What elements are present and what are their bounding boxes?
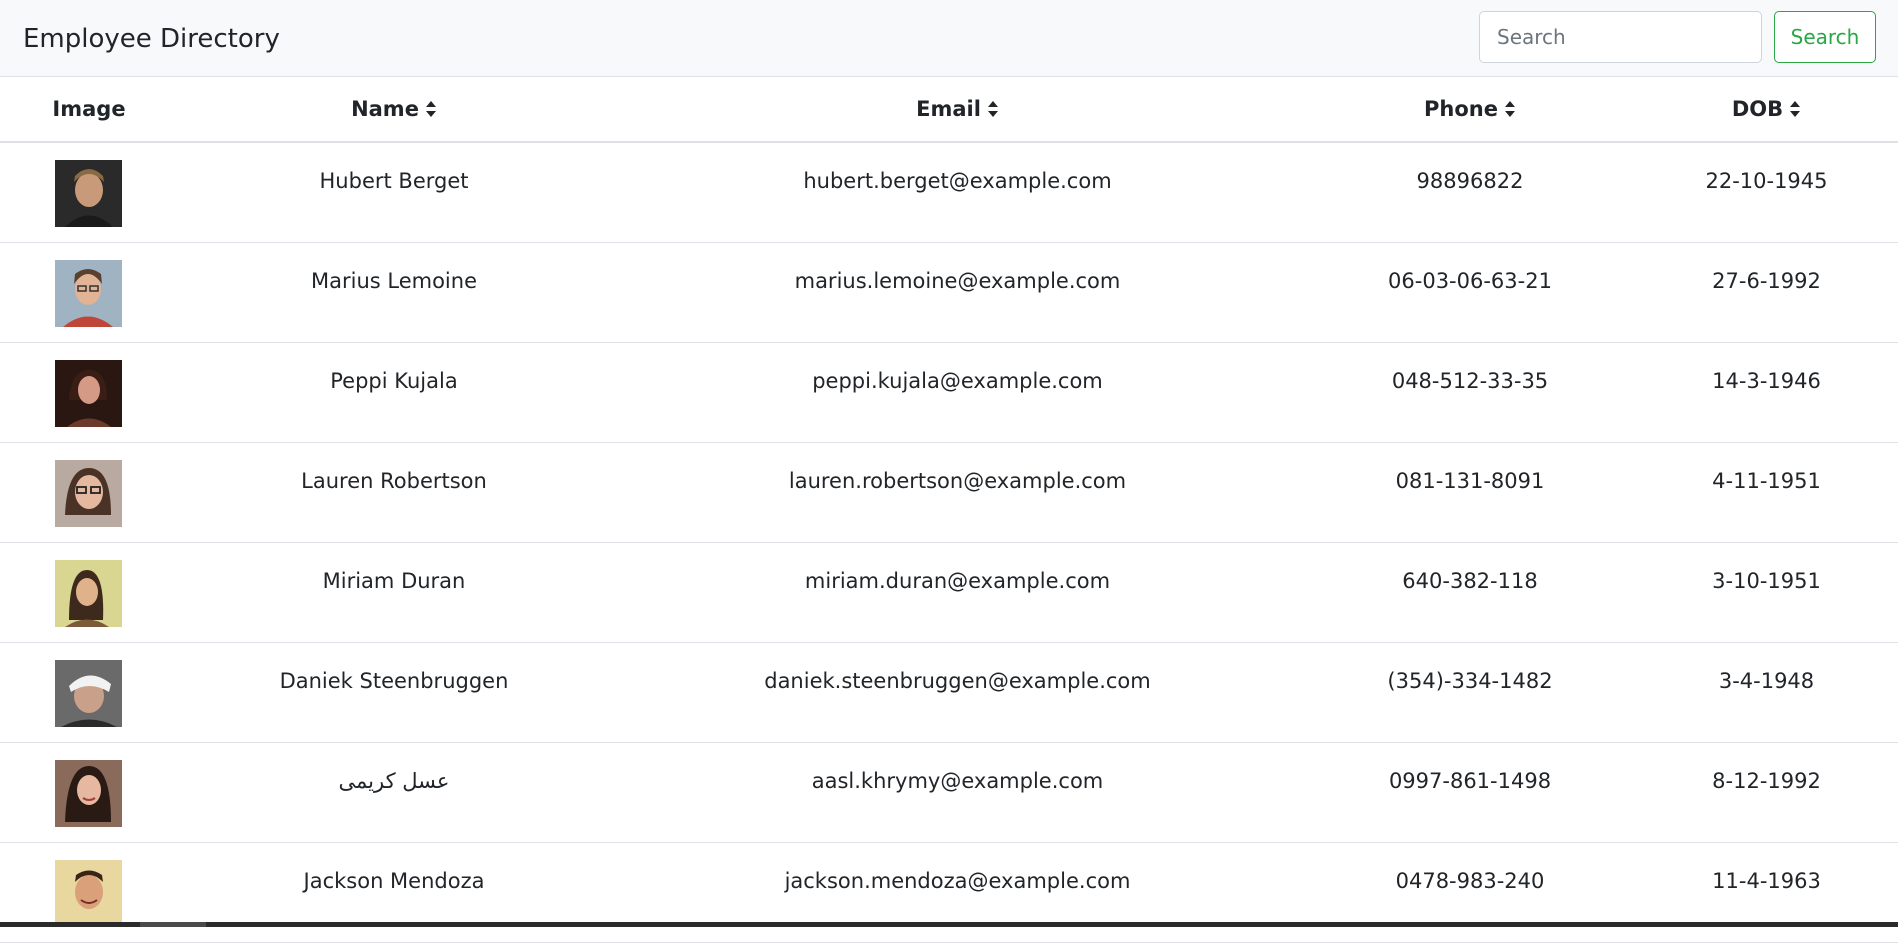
employee-dob: 8-12-1992 xyxy=(1712,769,1821,793)
employee-name: عسل کریمی xyxy=(338,769,450,793)
employee-dob: 11-4-1963 xyxy=(1712,869,1821,893)
employee-dob: 4-11-1951 xyxy=(1712,469,1821,493)
employee-phone: 0478-983-240 xyxy=(1395,869,1545,893)
employee-name: Peppi Kujala xyxy=(330,369,458,393)
avatar xyxy=(55,460,122,527)
search-input[interactable] xyxy=(1479,11,1762,63)
search-button[interactable]: Search xyxy=(1774,11,1876,63)
avatar xyxy=(55,760,122,827)
page-title: Employee Directory xyxy=(23,24,280,54)
employee-dob: 14-3-1946 xyxy=(1712,369,1821,393)
employee-name: Hubert Berget xyxy=(319,169,469,193)
table-row: Peppi Kujala peppi.kujala@example.com 04… xyxy=(0,343,1898,443)
table-header: Image Name Email Phone DOB xyxy=(0,77,1898,143)
avatar xyxy=(55,360,122,427)
sort-icon[interactable] xyxy=(987,100,999,118)
column-header-name-label: Name xyxy=(351,97,419,121)
table-row: Lauren Robertson lauren.robertson@exampl… xyxy=(0,443,1898,543)
employee-email: jackson.mendoza@example.com xyxy=(784,869,1131,893)
column-header-dob-label: DOB xyxy=(1731,97,1784,121)
employee-dob: 3-10-1951 xyxy=(1712,569,1821,593)
avatar xyxy=(55,160,122,227)
employee-email: peppi.kujala@example.com xyxy=(812,369,1103,393)
employee-name: Jackson Mendoza xyxy=(303,869,485,893)
employee-name: Marius Lemoine xyxy=(310,269,477,293)
employee-phone: 98896822 xyxy=(1416,169,1524,193)
table-row: Jackson Mendoza jackson.mendoza@example.… xyxy=(0,843,1898,943)
table-row: Marius Lemoine marius.lemoine@example.co… xyxy=(0,243,1898,343)
sort-icon[interactable] xyxy=(425,100,437,118)
employee-phone: 048-512-33-35 xyxy=(1391,369,1549,393)
sort-icon[interactable] xyxy=(1504,100,1516,118)
navbar: Employee Directory Search xyxy=(0,0,1898,77)
table-row: Daniek Steenbruggen daniek.steenbruggen@… xyxy=(0,643,1898,743)
employee-phone: 640-382-118 xyxy=(1402,569,1538,593)
column-header-image: Image xyxy=(0,77,178,141)
avatar xyxy=(55,660,122,727)
employee-phone: 0997-861-1498 xyxy=(1388,769,1552,793)
employee-email: daniek.steenbruggen@example.com xyxy=(764,669,1151,693)
employee-table: Image Name Email Phone DOB Hubert Berget… xyxy=(0,77,1898,943)
column-header-name[interactable]: Name xyxy=(178,77,610,141)
table-row: Hubert Berget hubert.berget@example.com … xyxy=(0,143,1898,243)
employee-dob: 22-10-1945 xyxy=(1705,169,1828,193)
avatar xyxy=(55,860,122,927)
table-row: عسل کریمی aasl.khrymy@example.com 0997-8… xyxy=(0,743,1898,843)
avatar xyxy=(55,260,122,327)
column-header-email[interactable]: Email xyxy=(610,77,1305,141)
column-header-email-label: Email xyxy=(916,97,981,121)
employee-dob: 27-6-1992 xyxy=(1712,269,1821,293)
column-header-phone[interactable]: Phone xyxy=(1305,77,1635,141)
employee-name: Lauren Robertson xyxy=(301,469,487,493)
column-header-phone-label: Phone xyxy=(1424,97,1498,121)
employee-phone: 06-03-06-63-21 xyxy=(1388,269,1552,293)
sort-icon[interactable] xyxy=(1789,100,1801,118)
scrollbar-thumb[interactable] xyxy=(140,922,206,927)
employee-name: Daniek Steenbruggen xyxy=(279,669,509,693)
employee-email: lauren.robertson@example.com xyxy=(788,469,1127,493)
avatar xyxy=(55,560,122,627)
employee-email: marius.lemoine@example.com xyxy=(794,269,1121,293)
employee-name: Miriam Duran xyxy=(322,569,466,593)
horizontal-scrollbar[interactable] xyxy=(0,922,1898,927)
employee-phone: (354)-334-1482 xyxy=(1387,669,1553,693)
table-row: Miriam Duran miriam.duran@example.com 64… xyxy=(0,543,1898,643)
employee-email: hubert.berget@example.com xyxy=(803,169,1112,193)
column-header-image-label: Image xyxy=(52,97,126,121)
column-header-dob[interactable]: DOB xyxy=(1635,77,1898,141)
employee-email: aasl.khrymy@example.com xyxy=(811,769,1104,793)
employee-dob: 3-4-1948 xyxy=(1718,669,1815,693)
employee-phone: 081-131-8091 xyxy=(1395,469,1545,493)
employee-email: miriam.duran@example.com xyxy=(804,569,1111,593)
